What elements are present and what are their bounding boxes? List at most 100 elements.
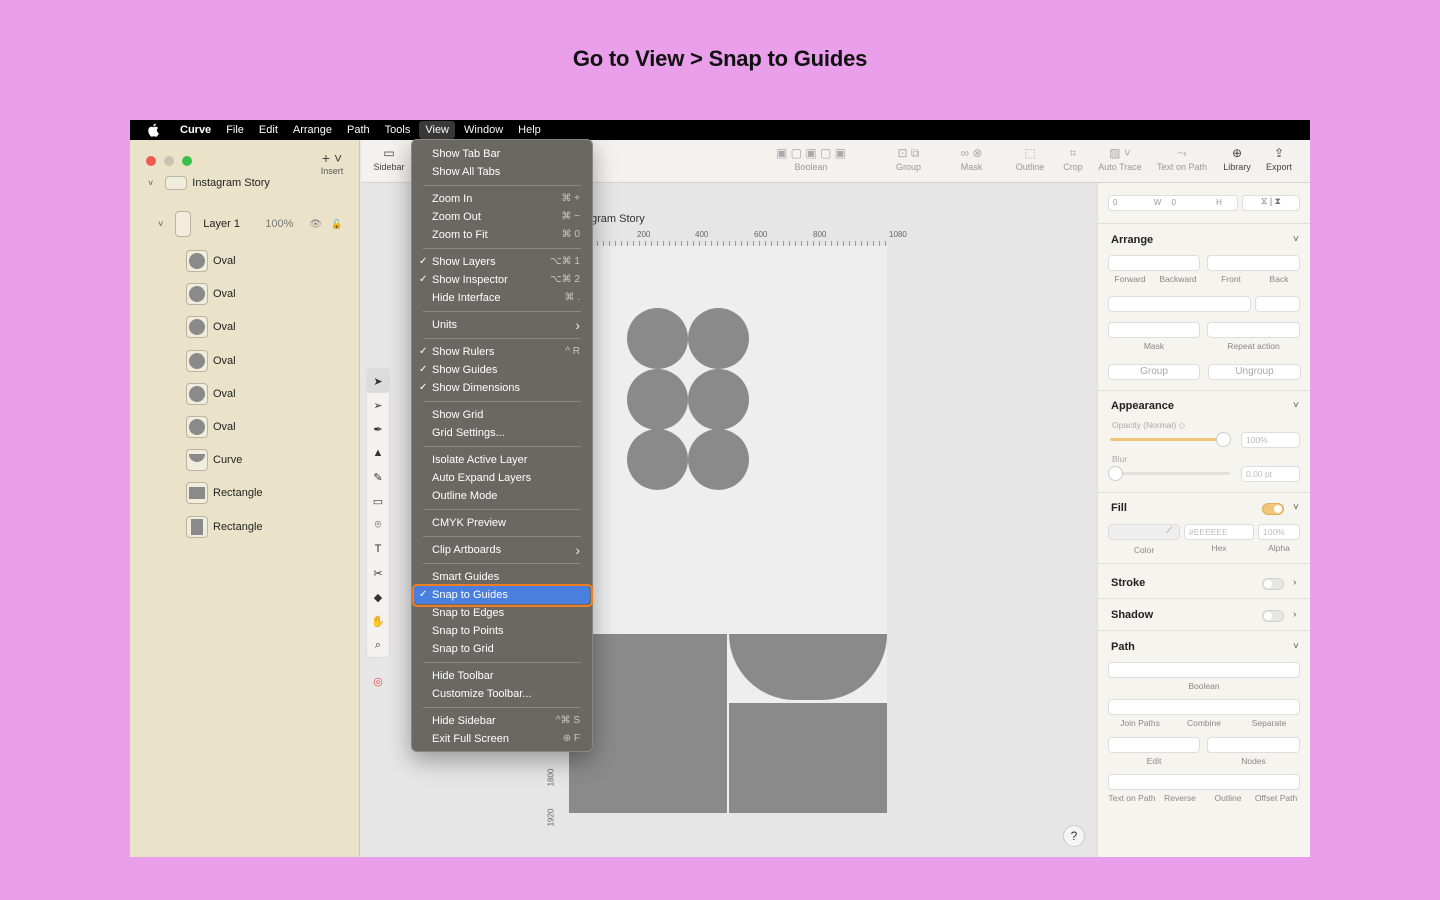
mask-button[interactable]: ∞ ⊗ Mask (949, 146, 994, 172)
menu-item-hide-toolbar[interactable]: Hide Toolbar (412, 667, 592, 685)
layer-item[interactable]: Oval (130, 381, 360, 407)
menu-item-show-grid[interactable]: Show Grid (412, 406, 592, 424)
oval-shape[interactable] (627, 308, 688, 369)
menu-item-units[interactable]: Units › (412, 316, 592, 334)
apple-icon[interactable] (146, 123, 160, 137)
layer-item[interactable]: Oval (130, 281, 360, 307)
export-button[interactable]: ⇪ Export (1261, 146, 1297, 172)
lock-icon[interactable]: 🔓 (331, 219, 342, 230)
menu-app-name[interactable]: Curve (174, 121, 217, 139)
menu-item-zoom-to-fit[interactable]: Zoom to Fit ⌘ 0 (412, 226, 592, 244)
path-edit-buttons[interactable] (1108, 737, 1200, 753)
path-nodes-buttons[interactable] (1207, 737, 1300, 753)
menu-help[interactable]: Help (512, 121, 547, 139)
chevron-down-icon[interactable]: ˅ (148, 178, 153, 188)
curve-shape[interactable] (729, 634, 887, 700)
position-fields[interactable]: 0 W 0 H (1108, 195, 1238, 211)
layer-item[interactable]: Curve (130, 447, 360, 473)
chevron-down-icon[interactable]: ˅ (1293, 502, 1299, 513)
auto-trace-button[interactable]: ▨ ˅ Auto Trace (1095, 146, 1145, 172)
oval-shape[interactable] (627, 429, 688, 490)
menu-window[interactable]: Window (458, 121, 509, 139)
oval-shape[interactable] (688, 429, 749, 490)
zoom-tool-icon[interactable]: ⌕ (367, 633, 389, 657)
crop-button[interactable]: ⌗ Crop (1058, 146, 1088, 172)
menu-item-show-dimensions[interactable]: ✓ Show Dimensions (412, 379, 592, 397)
menu-item-show-all-tabs[interactable]: Show All Tabs (412, 163, 592, 181)
insert-button[interactable]: + ˅ Insert (310, 150, 354, 176)
mask-buttons[interactable] (1108, 322, 1200, 338)
outline-button[interactable]: ⬚ Outline (1012, 146, 1048, 172)
chevron-right-icon[interactable]: › (1293, 577, 1296, 588)
opacity-field[interactable]: 100% (1241, 432, 1300, 448)
opacity-slider-knob[interactable] (1216, 432, 1231, 447)
flip-buttons[interactable]: ⧖ | ⧗ (1242, 195, 1300, 211)
hand-tool-icon[interactable]: ✋ (367, 609, 389, 633)
sidebar-toggle-button[interactable]: ▭ Sidebar (371, 146, 407, 172)
forward-backward-buttons[interactable] (1108, 255, 1200, 271)
group-button[interactable]: ⊡ ⧉ Group (886, 146, 931, 172)
layer-row[interactable]: ˅ Layer 1 100% 👁 🔓 (130, 211, 360, 237)
menu-item-snap-to-guides[interactable]: ✓ Snap to Guides (414, 586, 590, 604)
ungroup-button[interactable]: Ungroup (1208, 364, 1301, 380)
menu-item-grid-settings[interactable]: Grid Settings... (412, 424, 592, 442)
eyedropper-icon[interactable]: ⟋ (1166, 525, 1172, 536)
menu-arrange[interactable]: Arrange (287, 121, 338, 139)
chevron-down-icon[interactable]: ˅ (1293, 641, 1299, 652)
layer-item[interactable]: Oval (130, 248, 360, 274)
menu-item-show-tab-bar[interactable]: Show Tab Bar (412, 145, 592, 163)
repeat-buttons[interactable] (1207, 322, 1300, 338)
layer-item[interactable]: Rectangle (130, 480, 360, 506)
menu-item-snap-to-points[interactable]: Snap to Points (412, 622, 592, 640)
stroke-toggle[interactable] (1262, 578, 1284, 590)
shadow-toggle[interactable] (1262, 610, 1284, 622)
menu-item-auto-expand-layers[interactable]: Auto Expand Layers (412, 469, 592, 487)
artboard[interactable] (569, 246, 887, 813)
menu-item-show-inspector[interactable]: ✓ Show Inspector ⌥⌘ 2 (412, 271, 592, 289)
layer-item[interactable]: Oval (130, 414, 360, 440)
menu-item-hide-sidebar[interactable]: Hide Sidebar ^⌘ S (412, 712, 592, 730)
menu-item-show-rulers[interactable]: ✓ Show Rulers ^ R (412, 343, 592, 361)
slice-tool-icon[interactable]: ✂ (367, 561, 389, 585)
chevron-down-icon[interactable]: ˅ (158, 219, 163, 229)
blur-slider-knob[interactable] (1108, 466, 1123, 481)
menu-item-zoom-in[interactable]: Zoom In ⌘ + (412, 190, 592, 208)
library-button[interactable]: ⊕ Library (1219, 146, 1255, 172)
group-button[interactable]: Group (1108, 364, 1200, 380)
menu-item-smart-guides[interactable]: Smart Guides (412, 568, 592, 586)
menu-item-cmyk-preview[interactable]: CMYK Preview (412, 514, 592, 532)
menu-view[interactable]: View (419, 121, 456, 139)
menu-file[interactable]: File (220, 121, 250, 139)
path-boolean-buttons[interactable] (1108, 662, 1300, 678)
front-back-buttons[interactable] (1207, 255, 1300, 271)
fill-hex-field[interactable]: #EEEEEE (1184, 524, 1254, 540)
chevron-right-icon[interactable]: › (1293, 609, 1296, 620)
boolean-button[interactable]: ▣ ▢ ▣ ▢ ▣ Boolean (751, 146, 871, 172)
brush-tool-icon[interactable]: ✎ (367, 465, 389, 489)
layer-item[interactable]: Oval (130, 314, 360, 340)
menu-path[interactable]: Path (341, 121, 376, 139)
artboard-row[interactable]: ˅ Instagram Story (130, 176, 360, 190)
path-join-buttons[interactable] (1108, 699, 1300, 715)
menu-item-show-layers[interactable]: ✓ Show Layers ⌥⌘ 1 (412, 253, 592, 271)
menu-item-hide-interface[interactable]: Hide Interface ⌘ . (412, 289, 592, 307)
menu-item-snap-to-edges[interactable]: Snap to Edges (412, 604, 592, 622)
lasso-tool-icon[interactable]: ⌾ (367, 513, 389, 537)
chevron-down-icon[interactable]: ˅ (1293, 234, 1299, 245)
direct-select-tool-icon[interactable]: ➢ (367, 393, 389, 417)
oval-shape[interactable] (688, 308, 749, 369)
rectangle-shape[interactable] (729, 703, 887, 813)
menu-edit[interactable]: Edit (253, 121, 284, 139)
oval-shape[interactable] (688, 369, 749, 430)
menu-item-isolate-active-layer[interactable]: Isolate Active Layer (412, 451, 592, 469)
help-button[interactable]: ? (1063, 825, 1085, 847)
zoom-window-button[interactable] (182, 156, 192, 166)
menu-item-show-guides[interactable]: ✓ Show Guides (412, 361, 592, 379)
chevron-down-icon[interactable]: ˅ (1293, 400, 1299, 411)
pen-tool-icon[interactable]: ✒ (367, 417, 389, 441)
eye-icon[interactable]: 👁 (309, 219, 331, 230)
menu-item-exit-full-screen[interactable]: Exit Full Screen ⊕ F (412, 730, 592, 748)
text-on-path-button[interactable]: ⤳ Text on Path (1153, 146, 1211, 172)
minimize-window-button[interactable] (164, 156, 174, 166)
menu-item-clip-artboards[interactable]: Clip Artboards › (412, 541, 592, 559)
